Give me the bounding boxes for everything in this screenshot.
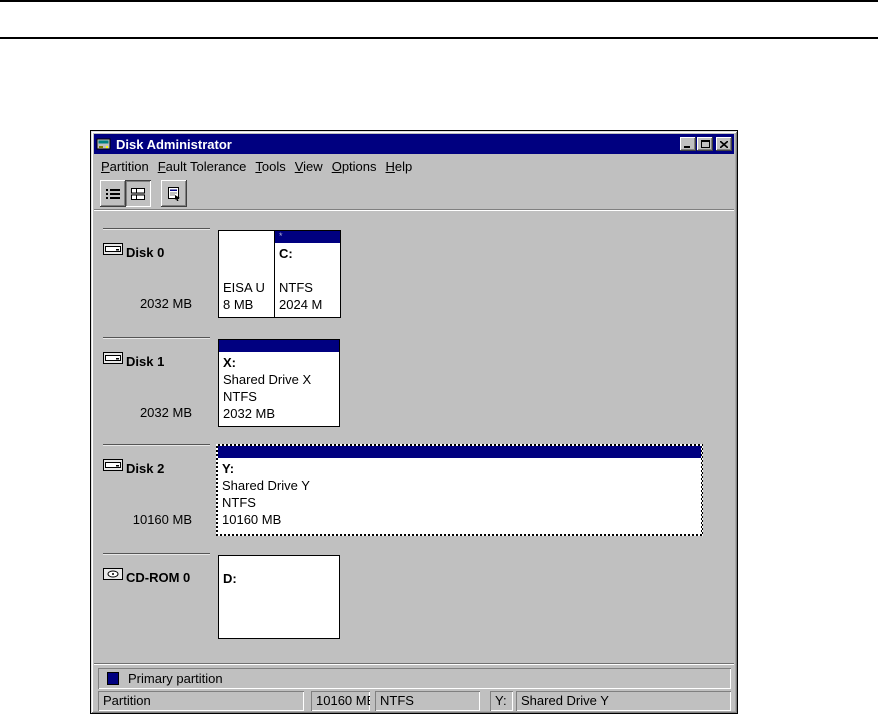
close-button[interactable] [716, 137, 732, 151]
row-separator [103, 553, 210, 554]
partition-type-bar [218, 446, 701, 458]
partition-letter [219, 245, 274, 262]
menu-view[interactable]: View [291, 157, 327, 176]
partition-size: 10160 MB [218, 511, 701, 528]
title-bar[interactable]: Disk Administrator [94, 134, 734, 154]
menu-help[interactable]: Help [382, 157, 417, 176]
legend-separator [94, 663, 734, 665]
menu-tools[interactable]: Tools [251, 157, 289, 176]
hard-disk-icon [103, 352, 123, 364]
status-bar: Partition 10160 MB NTFS Y: Shared Drive … [91, 691, 737, 713]
partition-d[interactable]: D: [218, 555, 340, 639]
maximize-icon [701, 140, 710, 148]
partition-x[interactable]: X: Shared Drive X NTFS 2032 MB [218, 339, 340, 427]
menu-options[interactable]: Options [328, 157, 381, 176]
toolbar [94, 177, 734, 210]
disk-name: Disk 0 [126, 245, 164, 260]
status-drive-letter: Y: [490, 691, 513, 711]
disk-size: 2032 MB [102, 405, 192, 420]
window-title: Disk Administrator [116, 137, 679, 152]
partition-size: 8 MB [219, 296, 274, 313]
disk-name: Disk 2 [126, 461, 164, 476]
page-rule-top [0, 0, 878, 2]
partition-label [219, 262, 274, 279]
partition-letter: X: [219, 354, 339, 371]
partition-type-bar [219, 231, 274, 243]
partition-eisa[interactable]: EISA U 8 MB [218, 230, 275, 318]
partition-fs: EISA U [219, 279, 274, 296]
disk-size: 2032 MB [102, 296, 192, 311]
document-page: Disk Administrator Partition Fault Toler… [0, 0, 878, 721]
row-separator [103, 228, 210, 229]
partition-fs [219, 604, 339, 621]
status-mode: Partition [98, 691, 304, 711]
properties-icon [166, 186, 182, 201]
cdrom-icon [103, 568, 123, 580]
partition-size: 2024 M [275, 296, 340, 313]
partition-label: Shared Drive X [219, 371, 339, 388]
page-rule-header [0, 37, 878, 39]
cdrom-row: CD-ROM 0 D: [92, 553, 736, 662]
active-partition-marker: * [279, 231, 283, 241]
partition-letter: D: [219, 570, 339, 587]
disk-row-0: Disk 0 2032 MB EISA U 8 MB * C: NTFS 202… [92, 228, 736, 337]
hard-disk-icon [103, 243, 123, 255]
partition-fs: NTFS [275, 279, 340, 296]
menu-partition[interactable]: Partition [97, 157, 153, 176]
disk-row-1: Disk 1 2032 MB X: Shared Drive X NTFS 20… [92, 337, 736, 446]
partition-letter: C: [275, 245, 340, 262]
partition-type-bar [219, 340, 339, 352]
partition-size [219, 621, 339, 638]
disk-size: 10160 MB [102, 512, 192, 527]
maximize-button[interactable] [697, 137, 713, 151]
disk-view-button[interactable] [125, 180, 151, 207]
partition-fs: NTFS [218, 494, 701, 511]
disk-row-2: Disk 2 10160 MB Y: Shared Drive Y NTFS 1… [92, 444, 736, 553]
volumes-view-button[interactable] [100, 180, 126, 207]
partition-type-bar [219, 556, 339, 568]
partition-fs: NTFS [219, 388, 339, 405]
partition-label: Shared Drive Y [218, 477, 701, 494]
status-volume-label: Shared Drive Y [516, 691, 731, 711]
legend-panel: Primary partition [98, 668, 731, 689]
partition-type-bar: * [275, 231, 340, 243]
hard-disk-icon [103, 459, 123, 471]
status-filesystem: NTFS [375, 691, 480, 711]
disk-name: Disk 1 [126, 354, 164, 369]
row-separator [103, 444, 210, 445]
partition-y-selected[interactable]: Y: Shared Drive Y NTFS 10160 MB [216, 444, 703, 536]
partition-c[interactable]: * C: NTFS 2024 M [274, 230, 341, 318]
minimize-button[interactable] [680, 137, 696, 151]
partition-label [219, 587, 339, 604]
legend-label: Primary partition [128, 671, 223, 686]
partition-letter: Y: [218, 460, 701, 477]
volumes-view-icon [105, 187, 121, 201]
close-icon [720, 141, 728, 148]
primary-partition-swatch [107, 672, 119, 685]
properties-button[interactable] [161, 180, 187, 207]
disk-view-icon [130, 187, 146, 201]
status-size: 10160 MB [311, 691, 370, 711]
partition-y[interactable]: Y: Shared Drive Y NTFS 10160 MB [218, 446, 701, 534]
partition-size: 2032 MB [219, 405, 339, 422]
menu-fault-tolerance[interactable]: Fault Tolerance [154, 157, 251, 176]
app-icon[interactable] [96, 137, 112, 152]
row-separator [103, 337, 210, 338]
disk-name: CD-ROM 0 [126, 570, 190, 585]
menu-bar: Partition Fault Tolerance Tools View Opt… [94, 156, 734, 177]
partition-label [275, 262, 340, 279]
disk-administrator-window: Disk Administrator Partition Fault Toler… [90, 130, 738, 714]
minimize-icon [684, 141, 692, 148]
